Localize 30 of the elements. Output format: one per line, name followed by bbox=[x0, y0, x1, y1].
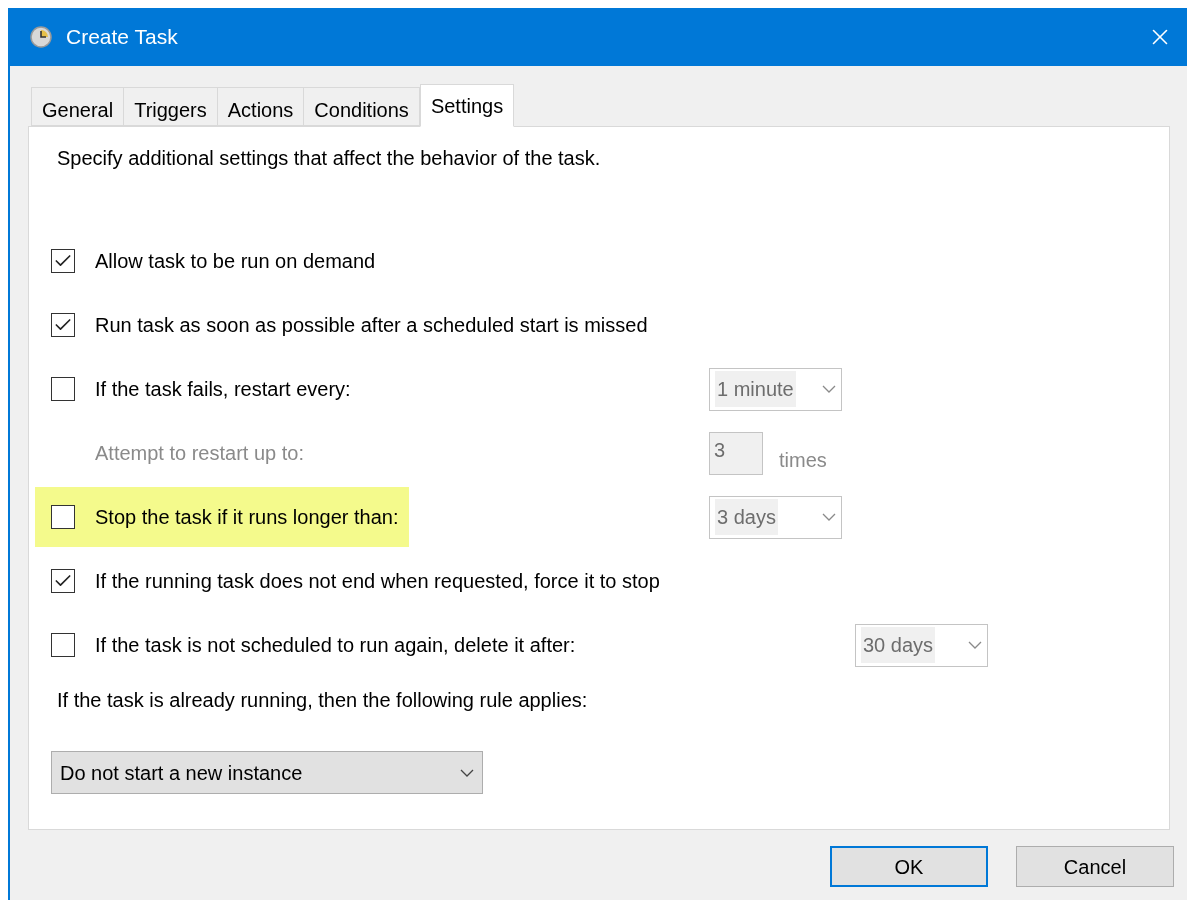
tab[interactable]: Settings bbox=[419, 84, 515, 127]
option-label: If the task is not scheduled to run again, delete it after: bbox=[95, 633, 576, 658]
description: Specify additional settings that affect the behavior of the task. bbox=[57, 146, 602, 171]
rule-label: If the task is already running, then the following rule applies: bbox=[57, 688, 589, 713]
rule-dropdown[interactable]: Do not start a new instance bbox=[51, 751, 483, 794]
times-label: times bbox=[779, 447, 827, 473]
tab[interactable]: General bbox=[31, 87, 125, 126]
chevron-icon bbox=[460, 768, 474, 777]
checkbox[interactable] bbox=[51, 569, 75, 593]
chevron-icon bbox=[822, 513, 836, 521]
checkbox[interactable] bbox=[51, 505, 75, 529]
option-label: If the task fails, restart every: bbox=[95, 377, 351, 402]
chevron-icon bbox=[822, 385, 836, 393]
chevron-icon bbox=[968, 641, 982, 649]
checkbox[interactable] bbox=[51, 313, 75, 337]
option-label: Stop the task if it runs longer than: bbox=[95, 505, 399, 530]
tab[interactable]: Conditions bbox=[303, 87, 420, 126]
cancel-button[interactable]: Cancel bbox=[1016, 846, 1174, 887]
window-title: Create Task bbox=[66, 24, 178, 51]
checkbox[interactable] bbox=[51, 377, 75, 401]
option-label: Run task as soon as possible after a scheduled start is missed bbox=[95, 313, 648, 338]
checkbox[interactable] bbox=[51, 633, 75, 657]
clock-icon bbox=[30, 26, 52, 48]
tab[interactable]: Actions bbox=[216, 87, 305, 126]
ok-button[interactable]: OK bbox=[830, 846, 988, 887]
checkbox[interactable] bbox=[51, 249, 75, 273]
option-label: Allow task to be run on demand bbox=[95, 249, 376, 274]
tab[interactable]: Triggers bbox=[123, 87, 218, 126]
option-label: Attempt to restart up to: bbox=[95, 441, 304, 466]
option-label: If the running task does not end when requested, force it to stop bbox=[95, 569, 660, 594]
